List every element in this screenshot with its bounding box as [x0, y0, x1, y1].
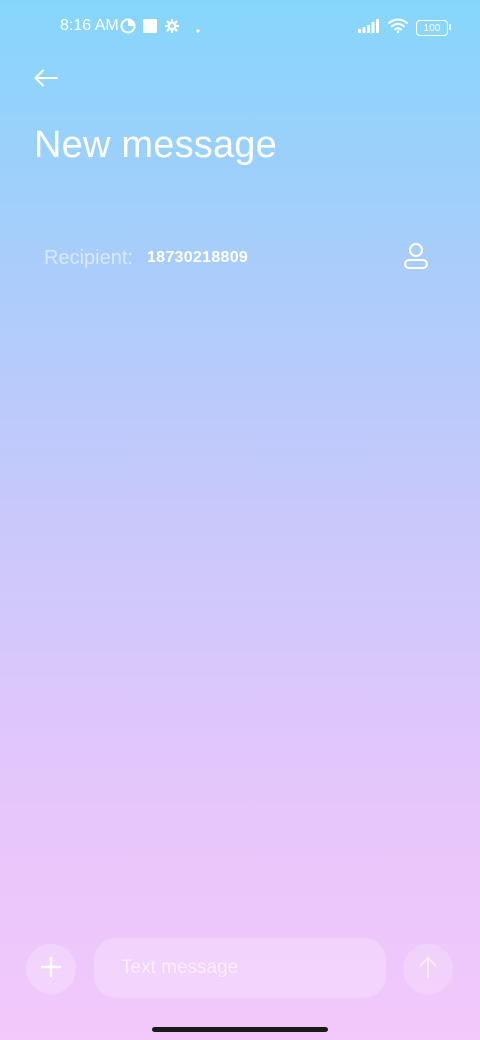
plus-icon [40, 956, 62, 983]
status-bar: 8:16 AM 100 [0, 0, 480, 56]
attach-button[interactable] [26, 944, 76, 994]
recipient-label: Recipient: [44, 246, 133, 269]
wifi-icon [388, 18, 408, 38]
status-right-icons: 100 [358, 18, 451, 38]
home-indicator[interactable] [152, 1027, 328, 1032]
send-button[interactable] [403, 944, 453, 994]
status-time: 8:16 AM [60, 17, 119, 34]
settings-gear-icon [164, 18, 180, 39]
status-left-icons [120, 18, 200, 39]
signal-icon [358, 18, 380, 38]
battery-icon: 100 [416, 20, 451, 36]
contact-picker-button[interactable] [396, 238, 436, 278]
recipient-row[interactable]: Recipient: 18730218809 [30, 232, 450, 284]
dot-icon [196, 20, 200, 38]
data-saver-icon [120, 18, 136, 39]
back-arrow-icon [33, 68, 59, 93]
recipient-value[interactable]: 18730218809 [147, 249, 248, 267]
page-title: New message [34, 124, 277, 166]
square-notification-icon [142, 18, 158, 39]
message-input[interactable] [94, 938, 386, 998]
arrow-up-icon [418, 955, 438, 984]
person-icon [403, 242, 429, 275]
back-button[interactable] [22, 60, 70, 100]
